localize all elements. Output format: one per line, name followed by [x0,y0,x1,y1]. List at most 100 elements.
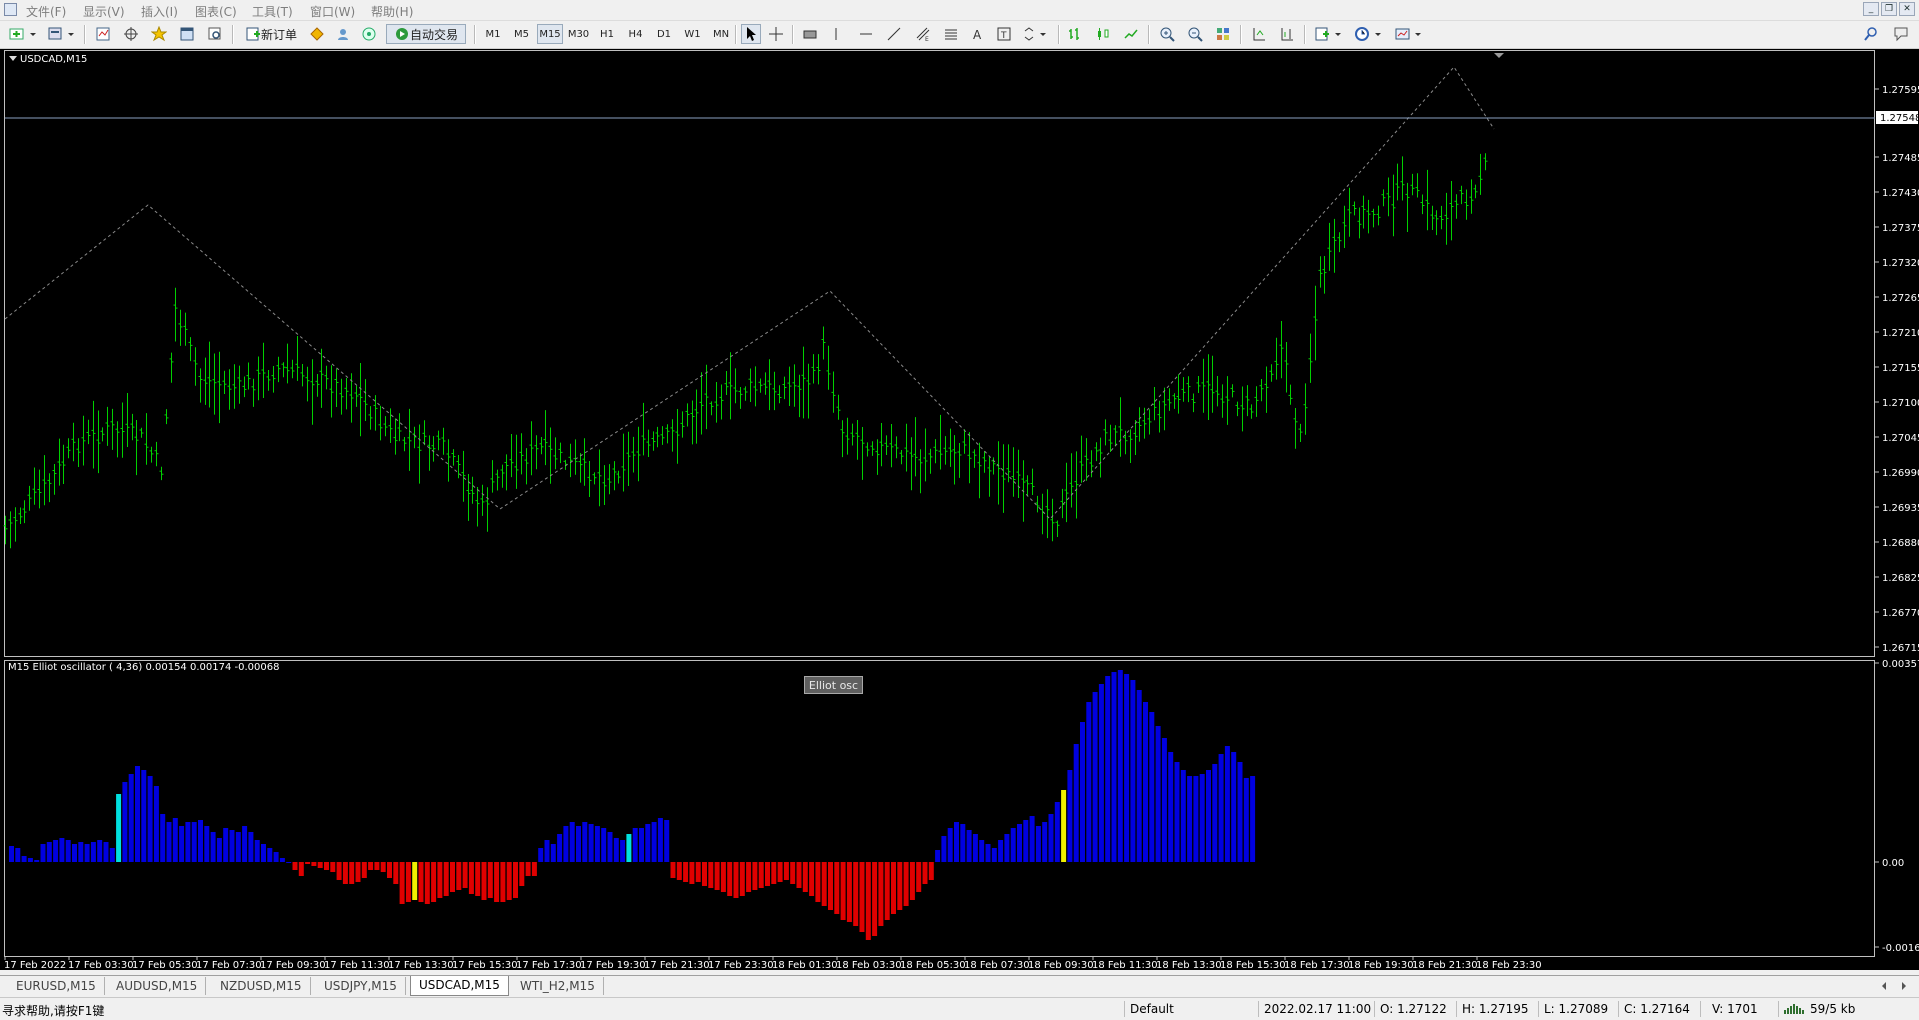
market-watch-button[interactable] [92,24,114,44]
timeframe-h4[interactable]: H4 [623,24,649,44]
osc-bar [273,852,279,862]
templates-button[interactable] [1392,24,1426,44]
osc-bar [494,862,500,902]
osc-bar [828,862,833,910]
terminal-button[interactable] [176,24,198,44]
osc-bar [853,862,859,926]
restore-icon[interactable]: ❐ [1881,2,1897,16]
arrows-tool[interactable] [1020,24,1050,44]
menu-insert[interactable]: 插入(I) [141,3,178,20]
osc-bar [979,840,985,862]
candlestick-button[interactable] [1092,24,1114,44]
community-button[interactable] [1890,24,1912,44]
osc-tick-label: -0.00161 [1882,943,1919,954]
timeframe-d1[interactable]: D1 [651,24,677,44]
autoscroll-button[interactable] [1248,24,1270,44]
menu-window[interactable]: 窗口(W) [310,3,355,20]
current-price-label: 1.27548 [1880,113,1919,124]
main-chart-frame [4,50,1875,657]
tab-usdcad[interactable]: USDCAD,M15 [410,976,509,996]
tab-wti-h2[interactable]: WTI_H2,M15 [512,977,604,995]
osc-bar [374,862,380,870]
new-order-button[interactable]: 新订单 [240,24,302,44]
vertical-line-tool[interactable] [826,24,846,44]
zoom-in-button[interactable] [1156,24,1178,44]
menu-tools[interactable]: 工具(T) [252,3,293,20]
price-tick-label: 1.27320 [1882,258,1919,269]
favorites-button[interactable] [148,24,170,44]
osc-bar [216,838,222,862]
label-tool[interactable]: T [994,24,1014,44]
timeframe-m15[interactable]: M15 [537,24,563,44]
osc-bar [802,862,808,892]
osc-bar [1130,680,1136,862]
rectangle-tool[interactable] [800,24,820,44]
fibonacci-tool[interactable] [940,24,962,44]
horizontal-line-tool[interactable] [856,24,876,44]
timeframe-m30[interactable]: M30 [566,24,592,44]
osc-bar [1061,790,1067,862]
status-datetime: 2022.02.17 11:00 [1264,1002,1372,1016]
collapse-arrow-icon[interactable] [9,56,17,61]
profiles-button[interactable] [44,24,78,44]
osc-bar [1224,746,1230,862]
close-icon[interactable]: ✕ [1899,2,1915,16]
osc-bar [821,862,827,906]
osc-bar [714,862,720,890]
menu-help[interactable]: 帮助(H) [371,3,413,20]
cursor-tool[interactable] [741,24,761,44]
menu-file[interactable]: 文件(F) [26,3,66,20]
line-chart-button[interactable] [1120,24,1142,44]
timeframe-m1[interactable]: M1 [480,24,506,44]
tab-eurusd[interactable]: EURUSD,M15 [8,977,105,995]
contacts-button[interactable] [332,24,354,44]
metaeditor-button[interactable] [306,24,328,44]
osc-bar [519,862,525,886]
minimize-icon[interactable]: _ [1863,2,1879,16]
navigator-button[interactable] [120,24,142,44]
chart-shift-button[interactable] [1276,24,1298,44]
tab-usdjpy[interactable]: USDJPY,M15 [316,977,406,995]
tile-windows-button[interactable] [1212,24,1234,44]
trendline-tool[interactable] [884,24,904,44]
bar-chart-button[interactable] [1064,24,1086,44]
autoscroll-icon [1253,28,1265,41]
osc-bar [569,822,575,862]
timeframe-mn[interactable]: MN [708,24,734,44]
chart-window[interactable]: 1.27595 1.27485 1.27430 1.27375 1.27320 1.272… [0,49,1919,970]
signals-button[interactable] [358,24,380,44]
zoom-out-button[interactable] [1184,24,1206,44]
timeframe-w1[interactable]: W1 [680,24,706,44]
osc-bar [368,862,374,870]
menu-charts[interactable]: 图表(C) [195,3,237,20]
elliot-osc-button[interactable]: Elliot osc [804,676,863,694]
channel-tool[interactable]: E [912,24,934,44]
menu-view[interactable]: 显示(V) [83,3,125,20]
osc-bar [242,826,248,862]
new-chart-button[interactable] [6,24,40,44]
chart-canvas[interactable]: 1.27595 1.27485 1.27430 1.27375 1.27320 1.272… [0,49,1919,970]
osc-bar [191,822,197,862]
tab-nzdusd[interactable]: NZDUSD,M15 [212,977,311,995]
tab-audusd[interactable]: AUDUSD,M15 [108,977,207,995]
osc-bar [305,862,311,864]
oscillator-title: M15 Elliot oscillator ( 4,36) 0.00154 0.… [8,662,279,673]
time-label: 17 Feb 05:30 [132,960,198,970]
time-label: 18 Feb 15:30 [1220,960,1286,970]
toolbar: 新订单 自动交易 E A T M1 M5 M15 M30 H1 H4 D1 W1… [0,21,1919,49]
clock-icon [1355,27,1381,41]
periods-button[interactable] [1352,24,1386,44]
auto-trade-button[interactable]: 自动交易 [386,24,466,44]
indicators-button[interactable] [1312,24,1346,44]
search-button[interactable] [1860,24,1882,44]
osc-bar [1212,764,1218,862]
timeframe-m5[interactable]: M5 [509,24,535,44]
crosshair-tool[interactable] [766,24,786,44]
osc-bar [109,848,115,862]
strategy-tester-button[interactable] [204,24,226,44]
tab-scroll[interactable] [1880,980,1910,992]
osc-bar [689,862,695,884]
osc-bar [166,822,172,862]
timeframe-h1[interactable]: H1 [594,24,620,44]
text-tool[interactable]: A [968,24,988,44]
